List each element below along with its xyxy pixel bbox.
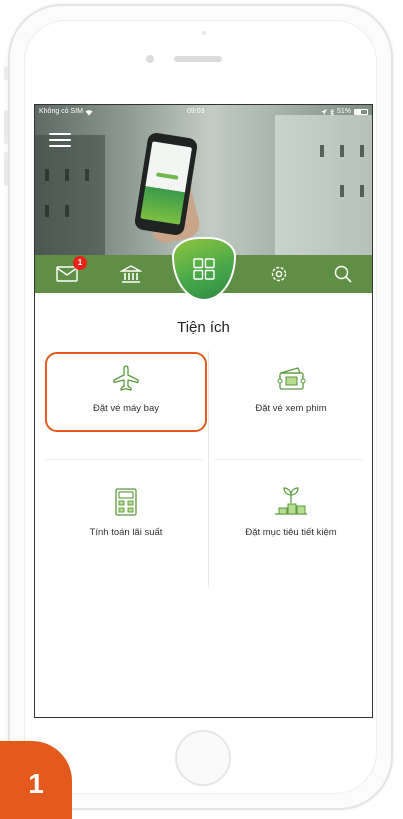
building-right — [275, 115, 372, 255]
menu-line — [49, 145, 71, 147]
tile-icon-wrap — [209, 485, 372, 517]
phone-volume-up — [4, 110, 8, 144]
search-icon — [334, 265, 352, 283]
building-window — [340, 185, 344, 197]
highlight-frame — [45, 352, 207, 432]
battery-percent: 51% — [336, 108, 351, 115]
building-window — [320, 145, 324, 157]
building-window — [65, 169, 69, 181]
phone-camera — [146, 55, 154, 63]
building-left — [35, 135, 105, 255]
smartphone-login-bar — [156, 172, 179, 180]
tile-label: Đặt vé xem phim — [255, 403, 327, 414]
building-window — [45, 205, 49, 217]
movie-ticket-icon — [277, 367, 306, 390]
app-screen: Không có SIM 09:03 51% 1 Tiện ích Đặt vé… — [34, 104, 373, 718]
menu-line — [49, 133, 71, 135]
building-window — [360, 185, 364, 197]
tile-icon-wrap — [45, 485, 207, 517]
phone-side-button — [4, 66, 8, 80]
savings-plant-icon — [275, 487, 307, 515]
wifi-icon — [85, 109, 93, 115]
building-window — [340, 145, 344, 157]
status-bar: Không có SIM 09:03 51% — [35, 105, 372, 119]
status-battery: 51% — [320, 105, 368, 119]
phone-speaker — [174, 56, 222, 62]
battery-icon — [354, 109, 368, 115]
bank-icon — [120, 265, 142, 283]
notification-badge: 1 — [73, 256, 87, 270]
tile-savings-goal[interactable]: Đặt mục tiêu tiết kiệm — [209, 485, 372, 538]
calculator-icon — [115, 488, 137, 516]
bluetooth-icon — [330, 108, 334, 116]
phone-volume-down — [4, 152, 8, 186]
step-number-badge: 1 — [0, 741, 72, 819]
utilities-title: Tiện ích — [177, 319, 230, 336]
nav-mail-button[interactable]: 1 — [53, 256, 87, 286]
gear-icon — [271, 266, 287, 282]
battery-level — [355, 110, 362, 114]
smartphone-screen — [140, 141, 193, 225]
tile-movie-tickets[interactable]: Đặt vé xem phim — [209, 361, 372, 414]
grid-divider — [213, 459, 363, 460]
tile-icon-wrap — [209, 361, 372, 393]
tile-label: Tính toán lãi suất — [89, 527, 163, 538]
nav-search-button[interactable] — [329, 262, 357, 286]
status-time: 09:03 — [187, 108, 205, 115]
hero-banner: Không có SIM 09:03 51% — [35, 105, 372, 255]
nav-settings-button[interactable] — [265, 262, 293, 286]
building-window — [360, 145, 364, 157]
apps-grid-icon — [193, 258, 215, 280]
nav-bank-button[interactable] — [117, 262, 145, 286]
grid-divider — [45, 459, 203, 460]
building-window — [45, 169, 49, 181]
phone-sensor — [202, 31, 206, 35]
tile-interest-calculator[interactable]: Tính toán lãi suất — [45, 485, 207, 538]
building-window — [65, 205, 69, 217]
building-window — [85, 169, 89, 181]
menu-line — [49, 139, 71, 141]
carrier-label: Không có SIM — [39, 108, 83, 115]
tile-label: Đặt mục tiêu tiết kiệm — [245, 527, 337, 538]
location-icon — [320, 108, 327, 115]
status-carrier: Không có SIM — [39, 105, 93, 119]
phone-home-button[interactable] — [175, 730, 231, 786]
hamburger-menu-button[interactable] — [49, 131, 71, 149]
